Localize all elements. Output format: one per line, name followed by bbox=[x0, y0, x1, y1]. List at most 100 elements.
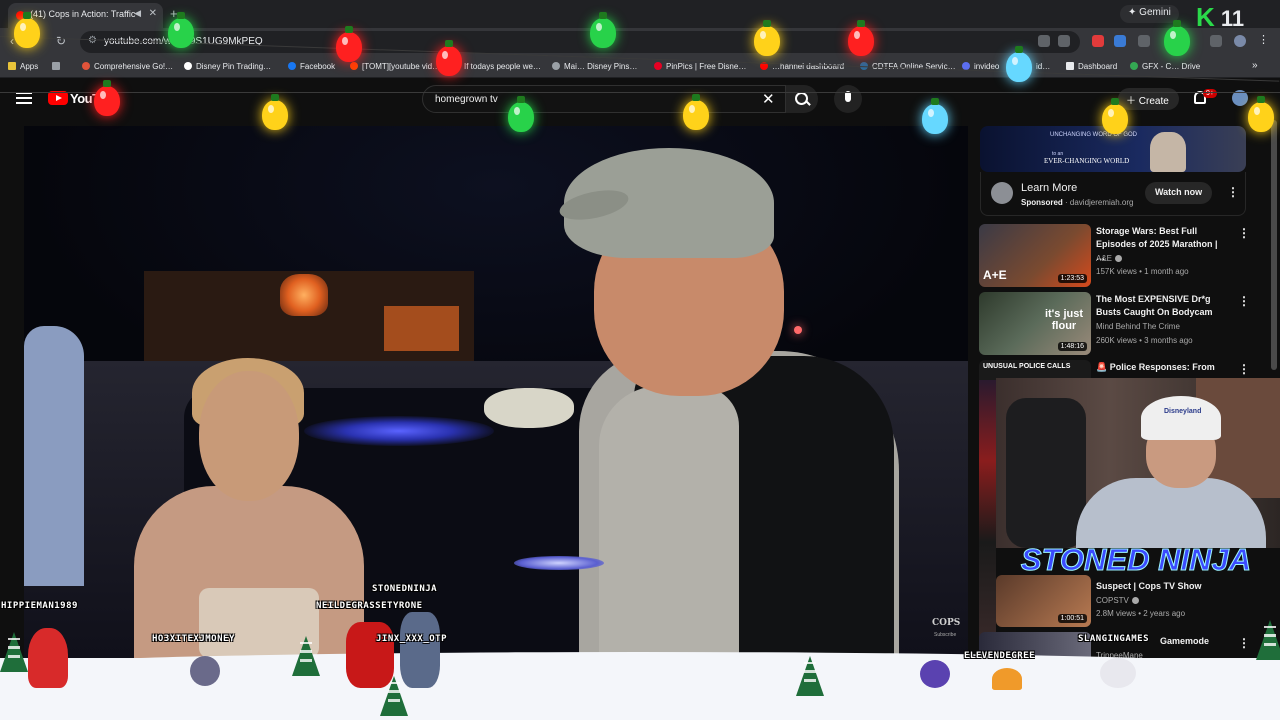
video-thumbnail[interactable]: A+E 1:23:53 bbox=[979, 224, 1091, 287]
video-duration: 1:48:16 bbox=[1057, 342, 1087, 351]
chat-username: HO3XITEXJMONEY bbox=[152, 634, 235, 644]
facebook-icon bbox=[288, 62, 296, 70]
christmas-bulb-icon bbox=[1164, 20, 1190, 56]
video-more-options-icon[interactable]: ⋮ bbox=[1238, 362, 1250, 376]
watch-now-button[interactable]: Watch now bbox=[1145, 182, 1213, 204]
sponsored-label: Sponsored bbox=[1021, 198, 1063, 207]
christmas-bulb-icon bbox=[508, 96, 534, 132]
video-more-options-icon[interactable]: ⋮ bbox=[1238, 226, 1250, 240]
channel-name[interactable]: Mind Behind The Crime bbox=[1096, 320, 1226, 333]
lights-wire bbox=[0, 92, 1280, 93]
bookmark-item[interactable]: Facebook bbox=[288, 62, 335, 71]
ad-banner-line3: EVER-CHANGING WORLD bbox=[1044, 157, 1130, 165]
install-app-icon[interactable] bbox=[1038, 35, 1050, 47]
christmas-tree-icon bbox=[796, 656, 824, 696]
bookmark-favicon-icon bbox=[552, 62, 560, 70]
ad-meta: Sponsored · davidjeremiah.org bbox=[1021, 198, 1134, 207]
christmas-bulb-icon bbox=[683, 94, 709, 130]
bookmark-item[interactable]: [TOMT][youtube vid… bbox=[350, 62, 440, 71]
drive-icon bbox=[1130, 62, 1138, 70]
bookmark-item[interactable]: Dashboard bbox=[1066, 62, 1117, 71]
extension-blue-icon[interactable] bbox=[1114, 35, 1126, 47]
fighter-chat-avatar bbox=[346, 622, 394, 688]
search-button[interactable] bbox=[786, 85, 818, 113]
christmas-bulb-icon bbox=[754, 20, 780, 56]
thumbnail-caption: it's just flour bbox=[1044, 308, 1084, 332]
christmas-tree-icon bbox=[0, 632, 28, 672]
bookmark-star-icon[interactable] bbox=[1058, 35, 1070, 47]
chat-username: JINX_XXX_OTP bbox=[376, 634, 448, 644]
video-title[interactable]: Gamemode bbox=[1160, 635, 1230, 648]
sponsored-ad-card[interactable]: Learn More Sponsored · davidjeremiah.org… bbox=[980, 172, 1246, 216]
christmas-bulb-icon bbox=[94, 80, 120, 116]
bookmark-item[interactable]: Comprehensive Go!… bbox=[82, 62, 173, 71]
video-meta: 260K views • 3 months ago bbox=[1096, 336, 1193, 345]
address-bar[interactable]: ⚙ youtube.com/w… =9S1UG9MkPEQ bbox=[80, 31, 1080, 53]
webcam-streamer-cap bbox=[1141, 396, 1221, 440]
grid-icon bbox=[52, 62, 60, 70]
video-title[interactable]: Suspect | Cops TV Show bbox=[1096, 580, 1228, 593]
video-lamp-glow bbox=[280, 274, 328, 316]
ae-logo-text: A+E bbox=[983, 268, 1007, 282]
bookmark-favicon-icon bbox=[184, 62, 192, 70]
bookmark-item[interactable]: If todays people we… bbox=[452, 62, 541, 71]
video-more-options-icon[interactable]: ⋮ bbox=[1238, 294, 1250, 308]
youtube-logo[interactable]: YouT bbox=[48, 91, 100, 106]
channel-name[interactable]: COPSTV bbox=[1096, 594, 1226, 607]
profile-avatar-icon[interactable] bbox=[1234, 35, 1246, 47]
bookmark-item[interactable]: GFX - C… Drive bbox=[1130, 62, 1200, 71]
ad-banner-line1: UNCHANGING WORD OF GOD bbox=[1050, 132, 1137, 138]
reload-icon[interactable]: ↻ bbox=[56, 34, 66, 48]
covered-thumbnails bbox=[979, 380, 996, 650]
stoned-ninja-banner: STONED NINJA bbox=[1020, 542, 1252, 578]
video-woman-face bbox=[199, 371, 299, 501]
video-thumbnail[interactable]: 1:00:51 bbox=[996, 575, 1091, 627]
verified-check-icon bbox=[1115, 255, 1123, 262]
gemini-button[interactable]: ✦ Gemini bbox=[1120, 5, 1179, 23]
chat-username: STONEDNINJA bbox=[372, 584, 438, 594]
video-player[interactable]: COPS Subscribe bbox=[24, 126, 968, 658]
bookmark-item[interactable]: Mai… Disney Pins… bbox=[552, 62, 637, 71]
christmas-bulb-icon bbox=[1248, 96, 1274, 132]
verified-check-icon bbox=[1131, 597, 1139, 604]
ad-title[interactable]: Learn More bbox=[1021, 182, 1077, 194]
video-more-options-icon[interactable]: ⋮ bbox=[1238, 636, 1250, 650]
channel-name[interactable]: A&E bbox=[1096, 252, 1226, 265]
advertiser-avatar bbox=[991, 182, 1013, 204]
create-label: Create bbox=[1138, 96, 1169, 107]
christmas-tree-icon bbox=[1256, 620, 1280, 660]
more-bookmarks-icon[interactable]: » bbox=[1252, 60, 1258, 71]
sidebar-scrollbar[interactable] bbox=[1271, 120, 1277, 370]
extensions-puzzle-icon[interactable] bbox=[1138, 35, 1150, 47]
menu-icon[interactable] bbox=[16, 92, 32, 104]
search-value: homegrown tv bbox=[435, 94, 498, 105]
media-controls-icon[interactable] bbox=[1210, 35, 1222, 47]
bookmark-grid-icon[interactable] bbox=[52, 62, 64, 71]
bookmark-apps[interactable]: Apps bbox=[8, 62, 38, 71]
video-thumbnail[interactable]: it's just flour 1:48:16 bbox=[979, 292, 1091, 355]
webcam-chair bbox=[1006, 398, 1086, 548]
video-person-left bbox=[24, 326, 84, 586]
bookmark-item[interactable]: Disney Pin Trading… bbox=[184, 62, 271, 71]
ad-more-options-icon[interactable]: ⋮ bbox=[1227, 185, 1239, 199]
voice-search-button[interactable] bbox=[834, 85, 862, 113]
close-tab-icon[interactable]: ✕ bbox=[149, 8, 157, 19]
video-flashlight bbox=[514, 556, 604, 570]
bookmark-item[interactable]: id… bbox=[1036, 62, 1050, 71]
video-thumbnail[interactable]: UNUSUAL POLICE CALLS bbox=[979, 360, 1091, 380]
video-title[interactable]: 🚨 Police Responses: From bbox=[1096, 361, 1228, 374]
chrome-menu-icon[interactable]: ⋮ bbox=[1258, 33, 1270, 46]
christmas-bulb-icon bbox=[336, 26, 362, 62]
christmas-tree-icon bbox=[292, 636, 320, 676]
video-duration: 1:00:51 bbox=[1057, 614, 1087, 623]
youtube-play-icon bbox=[48, 91, 68, 105]
video-title[interactable]: The Most EXPENSIVE Dr*g Busts Caught On … bbox=[1096, 293, 1228, 319]
knuckles-chat-avatar bbox=[28, 628, 68, 688]
apps-grid-icon bbox=[8, 62, 16, 70]
site-info-icon[interactable]: ⚙ bbox=[88, 35, 97, 46]
video-lit-window bbox=[384, 306, 459, 351]
speaker-icon[interactable]: ◀ bbox=[134, 8, 141, 19]
extension-red-icon[interactable] bbox=[1092, 35, 1104, 47]
search-input[interactable]: homegrown tv bbox=[422, 85, 786, 113]
bookmark-item[interactable]: PinPics | Free Disne… bbox=[654, 62, 746, 71]
